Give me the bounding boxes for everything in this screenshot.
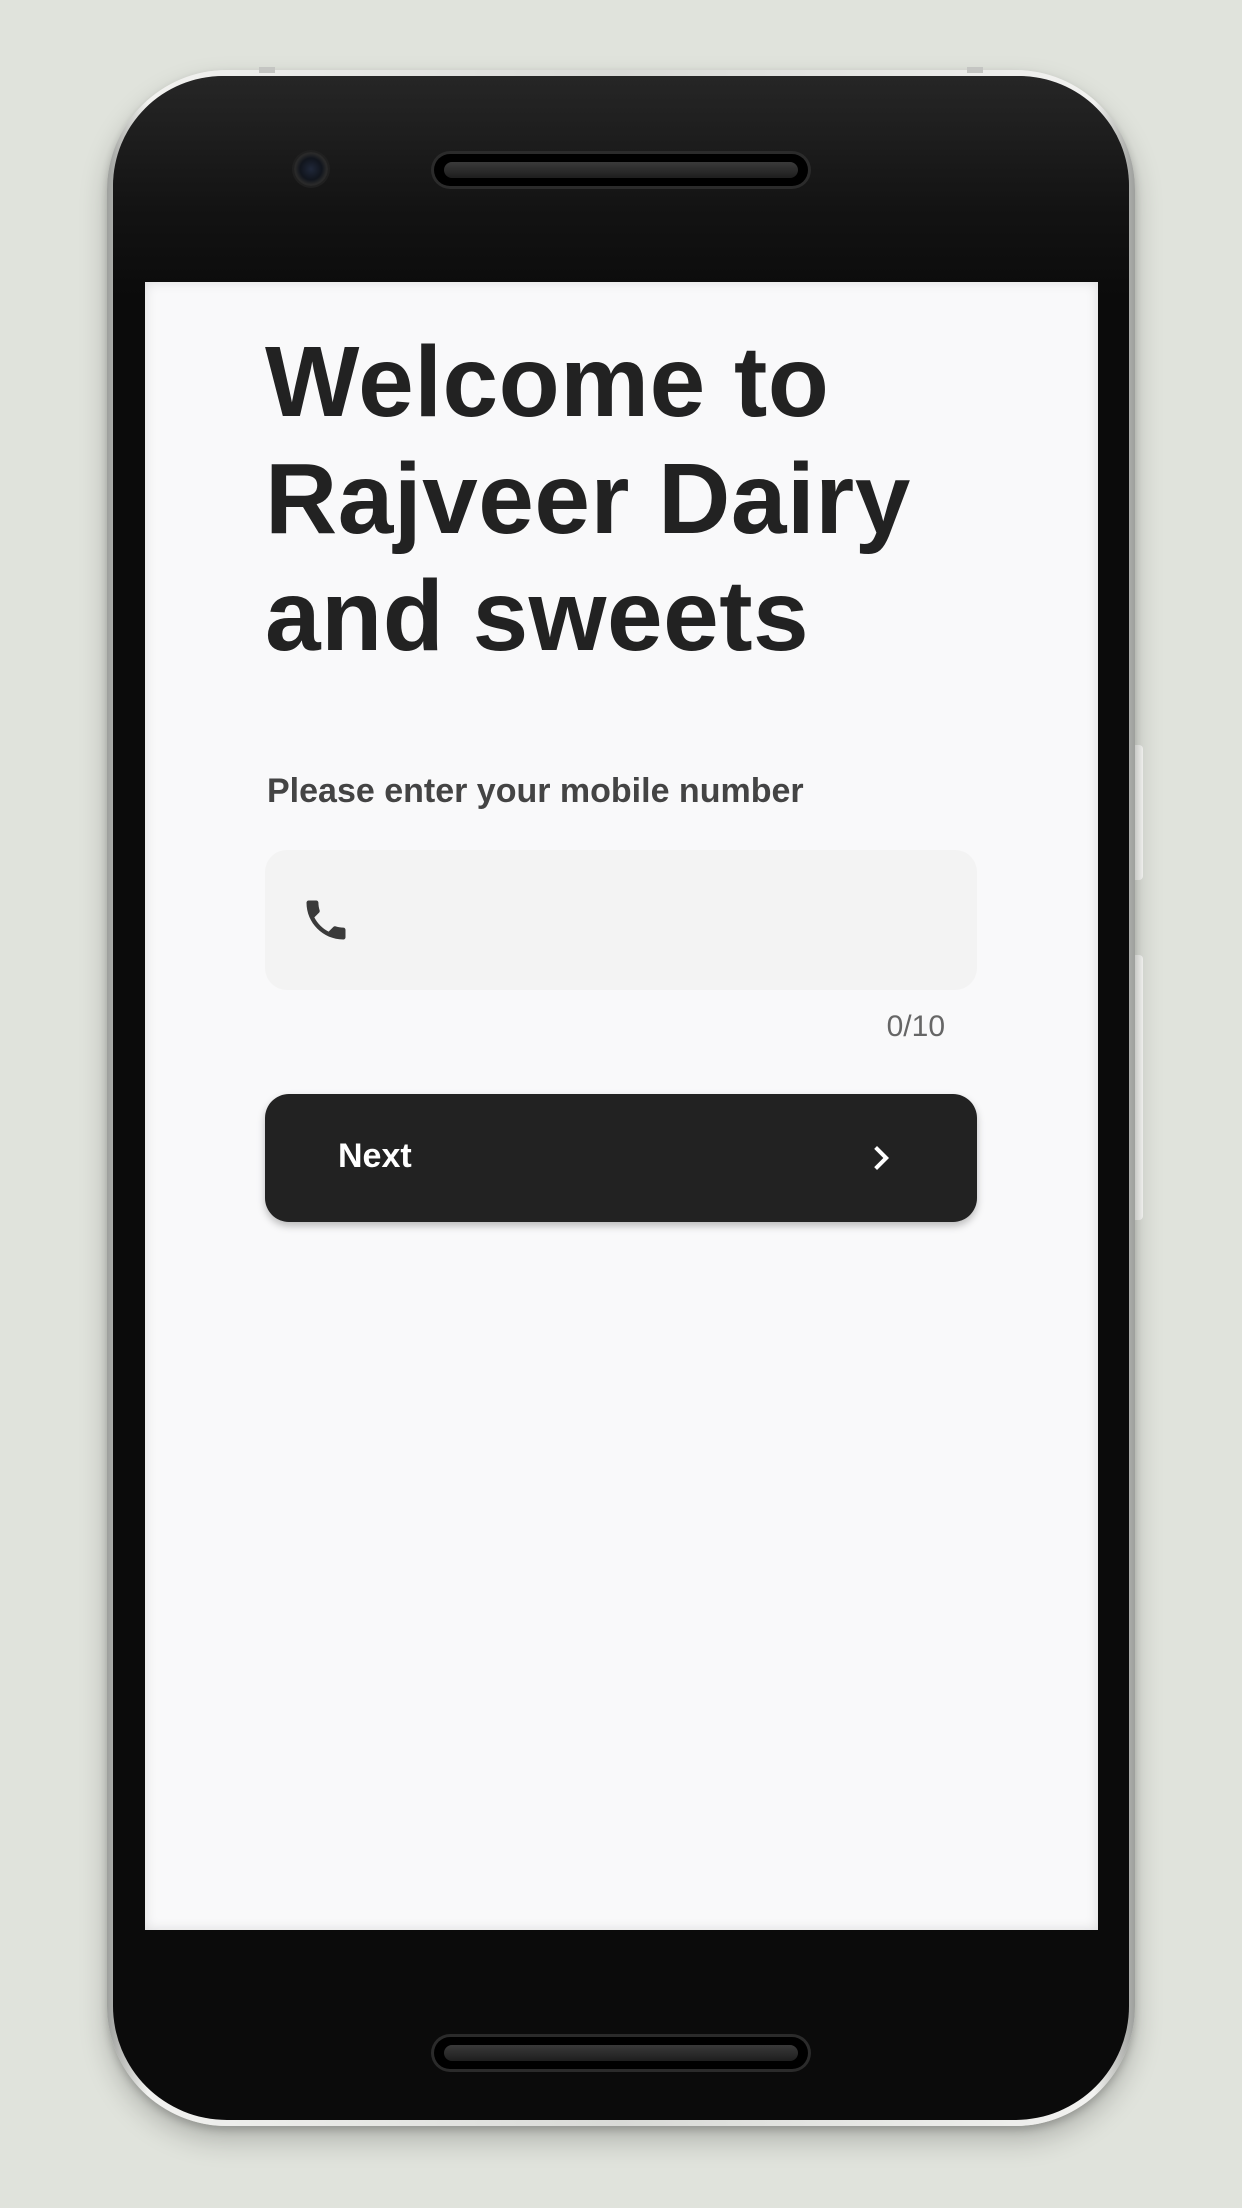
app-screen: Welcome to Rajveer Dairy and sweets Plea… <box>145 282 1098 1930</box>
mobile-number-field[interactable] <box>265 850 977 990</box>
top-speaker <box>434 154 808 186</box>
phone-icon <box>306 900 346 940</box>
volume-button <box>1135 955 1143 1220</box>
character-counter: 0/10 <box>886 1010 945 1043</box>
frame-nub <box>967 67 983 73</box>
frame-nub <box>259 67 275 73</box>
front-camera <box>294 152 328 186</box>
next-button[interactable]: Next <box>265 1094 977 1222</box>
welcome-title: Welcome to Rajveer Dairy and sweets <box>265 324 911 675</box>
mobile-number-prompt: Please enter your mobile number <box>267 772 804 810</box>
power-button <box>1135 745 1143 880</box>
phone-body-sheen <box>113 76 1129 296</box>
chevron-right-icon <box>874 1146 889 1170</box>
next-button-label: Next <box>338 1137 412 1175</box>
welcome-title-line: Welcome to <box>265 326 830 438</box>
mobile-number-input[interactable] <box>375 850 935 990</box>
bottom-speaker <box>434 2037 808 2069</box>
welcome-title-line: Rajveer Dairy <box>265 443 911 555</box>
welcome-title-line: and sweets <box>265 560 810 672</box>
